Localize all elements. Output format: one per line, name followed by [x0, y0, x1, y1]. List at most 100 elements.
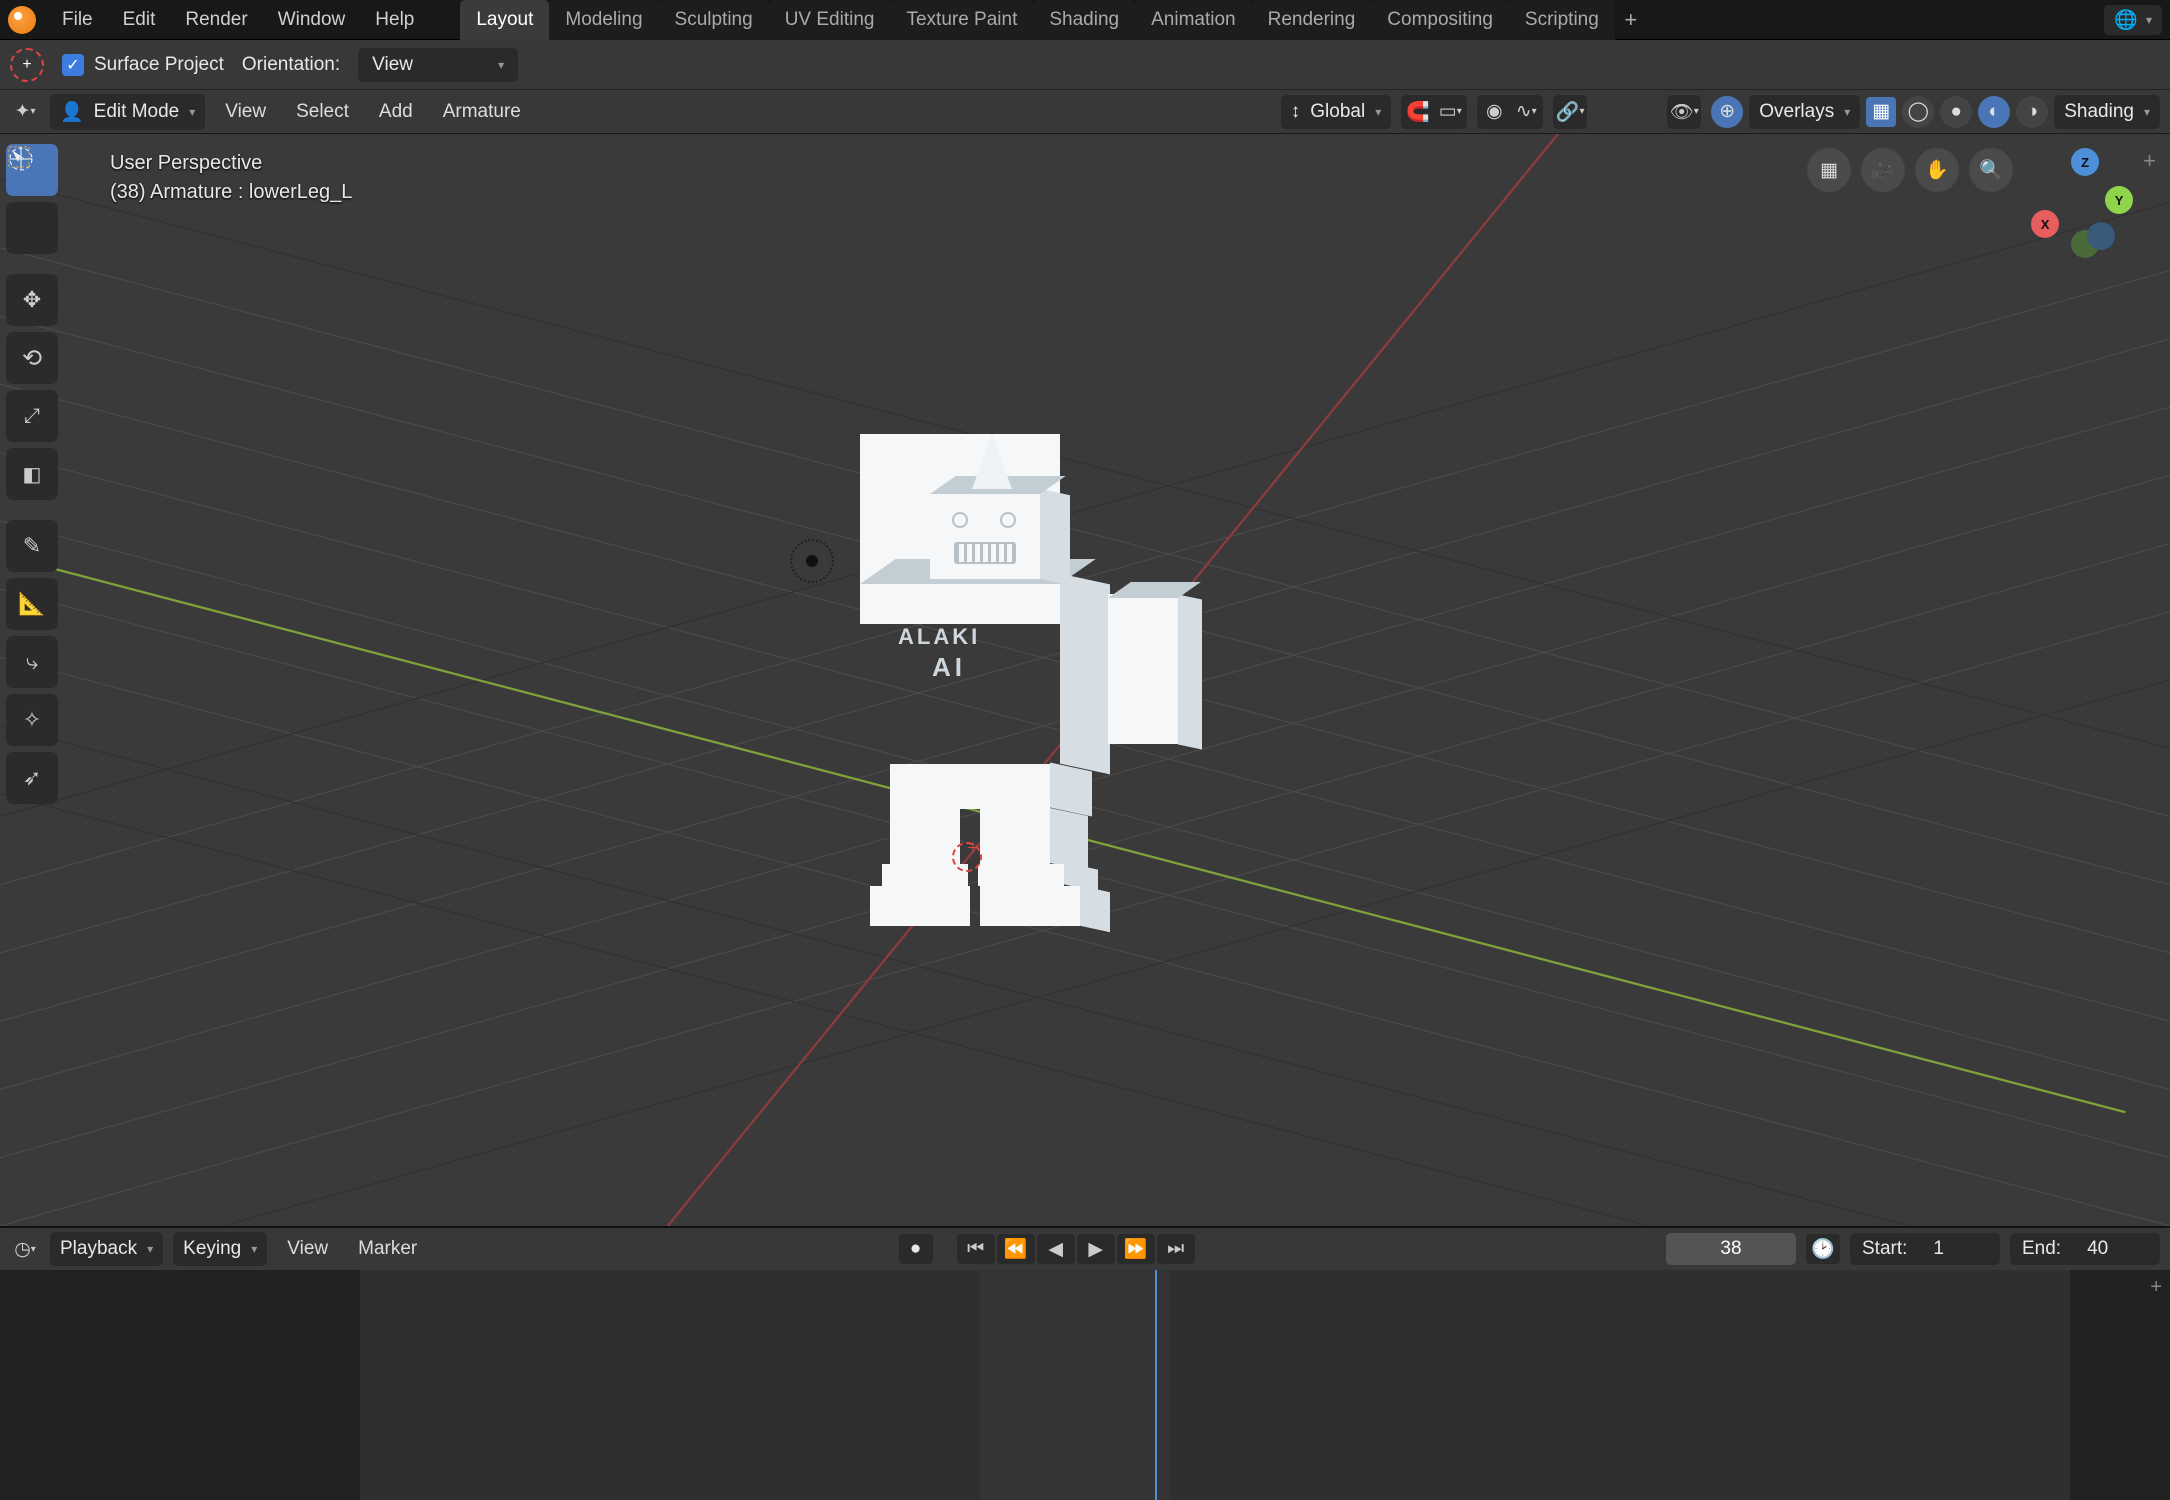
timeline-view-menu[interactable]: View: [277, 1232, 338, 1266]
snap-target-dropdown[interactable]: ▭▾: [1435, 97, 1465, 127]
menu-window[interactable]: Window: [264, 4, 360, 36]
camera-view-button[interactable]: ▦: [1807, 148, 1851, 192]
jump-start-button[interactable]: ⏮: [957, 1234, 995, 1264]
shading-label: Shading: [2064, 101, 2134, 123]
shading-dropdown[interactable]: Shading ▾: [2054, 95, 2160, 129]
proportional-toggle[interactable]: ◉: [1479, 97, 1509, 127]
frame-range-zone: [360, 1270, 2070, 1500]
end-label: End:: [2022, 1238, 2061, 1260]
tab-compositing[interactable]: Compositing: [1371, 0, 1509, 40]
shading-solid[interactable]: ●: [1940, 96, 1972, 128]
chevron-down-icon: ▾: [147, 1242, 153, 1256]
cursor-tool-icon: [10, 48, 44, 82]
playback-controls: ● ⏮ ⏪ ◀ ▶ ⏩ ⏭: [899, 1234, 1195, 1264]
tab-texture-paint[interactable]: Texture Paint: [890, 0, 1033, 40]
auto-keying-toggle[interactable]: ●: [899, 1234, 933, 1264]
overlays-dropdown[interactable]: Overlays ▾: [1749, 95, 1860, 129]
clock-icon[interactable]: 🕑: [1806, 1234, 1840, 1264]
end-value: 40: [2087, 1238, 2108, 1260]
end-frame-field[interactable]: End: 40: [2010, 1233, 2160, 1265]
expand-n-panel[interactable]: +: [2143, 148, 2156, 174]
shading-rendered[interactable]: ◑: [2016, 96, 2048, 128]
view-menu[interactable]: View: [215, 95, 276, 129]
snap-toggle[interactable]: 🧲: [1403, 97, 1433, 127]
play-reverse-button[interactable]: ◀: [1037, 1234, 1075, 1264]
keyframe-prev-button[interactable]: ⏪: [997, 1234, 1035, 1264]
overlays-label: Overlays: [1759, 101, 1834, 123]
chevron-down-icon: ▾: [189, 105, 195, 119]
select-menu[interactable]: Select: [286, 95, 359, 129]
add-workspace-button[interactable]: +: [1615, 0, 1647, 40]
jump-end-button[interactable]: ⏭: [1157, 1234, 1195, 1264]
tab-sculpting[interactable]: Sculpting: [659, 0, 769, 40]
blender-logo-icon[interactable]: [8, 6, 36, 34]
timeline-marker-menu[interactable]: Marker: [348, 1232, 427, 1266]
scene-dropdown[interactable]: 🌐▾: [2104, 5, 2162, 35]
axis-y[interactable]: Y: [2105, 186, 2133, 214]
axis-minus-z[interactable]: [2087, 222, 2115, 250]
axis-gizmo[interactable]: Z Y X: [2023, 148, 2133, 258]
armature-menu[interactable]: Armature: [433, 95, 531, 129]
keying-dropdown[interactable]: Keying ▾: [173, 1232, 267, 1266]
selectability-dropdown[interactable]: 👁▾: [1669, 97, 1699, 127]
orientation-dropdown[interactable]: View ▾: [358, 48, 518, 82]
timeline-editor-type[interactable]: ◷▾: [10, 1234, 40, 1264]
viewport-3d[interactable]: ALAKI AI ＋ User Persp: [0, 134, 2170, 1226]
keyframe-next-button[interactable]: ⏩: [1117, 1234, 1155, 1264]
timeline-add-button[interactable]: +: [2150, 1276, 2162, 1299]
chevron-down-icon: ▾: [2144, 105, 2150, 119]
tool-select-box[interactable]: [6, 202, 58, 254]
playback-dropdown[interactable]: Playback ▾: [50, 1232, 163, 1266]
surface-project-checkbox[interactable]: ✓: [62, 54, 84, 76]
timeline-track[interactable]: +: [0, 1270, 2170, 1500]
tab-rendering[interactable]: Rendering: [1252, 0, 1372, 40]
workspace-tabs: Layout Modeling Sculpting UV Editing Tex…: [460, 0, 1646, 40]
tab-layout[interactable]: Layout: [460, 0, 549, 40]
chevron-down-icon: ▾: [498, 58, 504, 72]
menu-edit[interactable]: Edit: [109, 4, 170, 36]
start-label: Start:: [1862, 1238, 1907, 1260]
mode-label: Edit Mode: [94, 101, 180, 123]
surface-project-label: Surface Project: [94, 54, 224, 76]
gizmo-toggle[interactable]: ⊕: [1711, 96, 1743, 128]
orientation-value: View: [372, 54, 413, 76]
playback-label: Playback: [60, 1238, 137, 1260]
menu-render[interactable]: Render: [171, 4, 261, 36]
add-menu[interactable]: Add: [369, 95, 423, 129]
tab-modeling[interactable]: Modeling: [549, 0, 658, 40]
start-frame-field[interactable]: Start: 1: [1850, 1233, 2000, 1265]
tab-scripting[interactable]: Scripting: [1509, 0, 1615, 40]
camera-icon[interactable]: 🎥: [1861, 148, 1905, 192]
axis-x[interactable]: X: [2031, 210, 2059, 238]
armature-icon: 👤: [60, 100, 84, 124]
shading-wireframe[interactable]: ◯: [1902, 96, 1934, 128]
mode-dropdown[interactable]: 👤 Edit Mode ▾: [50, 94, 205, 130]
pivot-group: 🔗▾: [1553, 95, 1587, 129]
pivot-dropdown[interactable]: 🔗▾: [1555, 97, 1585, 127]
hud-perspective: User Perspective: [110, 152, 352, 175]
tab-animation[interactable]: Animation: [1135, 0, 1252, 40]
tool-options-bar: ✓ Surface Project Orientation: View ▾: [0, 40, 2170, 90]
playhead[interactable]: [1155, 1270, 1157, 1500]
chevron-down-icon: ▾: [251, 1242, 257, 1256]
pan-button[interactable]: ✋: [1915, 148, 1959, 192]
zoom-button[interactable]: 🔍: [1969, 148, 2013, 192]
snap-group: 🧲 ▭▾: [1401, 95, 1467, 129]
play-button[interactable]: ▶: [1077, 1234, 1115, 1264]
chevron-down-icon: ▾: [1375, 105, 1381, 119]
current-frame-field[interactable]: 38: [1666, 1233, 1796, 1265]
keying-label: Keying: [183, 1238, 241, 1260]
shading-material[interactable]: ◐: [1978, 96, 2010, 128]
light-object[interactable]: [790, 539, 834, 583]
editor-type-button[interactable]: ✦▾: [10, 97, 40, 127]
axis-z[interactable]: Z: [2071, 148, 2099, 176]
tab-uv-editing[interactable]: UV Editing: [769, 0, 891, 40]
xray-toggle[interactable]: ▦: [1866, 97, 1896, 127]
transform-orientation-dropdown[interactable]: ↕ Global ▾: [1281, 95, 1391, 129]
menu-help[interactable]: Help: [361, 4, 428, 36]
menu-file[interactable]: File: [48, 4, 107, 36]
timeline-subrange: [980, 1270, 1170, 1500]
proportional-falloff[interactable]: ∿▾: [1511, 97, 1541, 127]
tab-shading[interactable]: Shading: [1033, 0, 1135, 40]
timeline-header: ◷▾ Playback ▾ Keying ▾ View Marker ● ⏮ ⏪…: [0, 1226, 2170, 1270]
